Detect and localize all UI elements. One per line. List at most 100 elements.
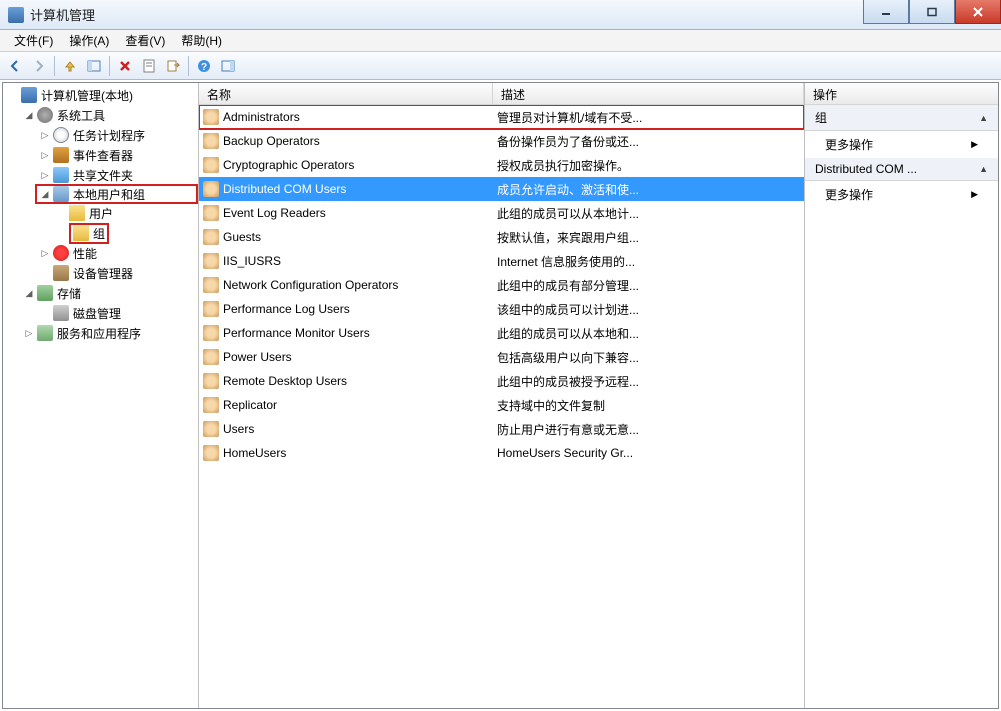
list-row[interactable]: Distributed COM Users成员允许启动、激活和使... (199, 177, 804, 201)
list-row[interactable]: Cryptographic Operators授权成员执行加密操作。 (199, 153, 804, 177)
maximize-button[interactable] (909, 0, 955, 24)
action-item-label: 更多操作 (825, 136, 873, 153)
collapse-icon[interactable]: ◢ (39, 188, 51, 200)
action-panel: 操作 组 ▲ 更多操作 ▶ Distributed COM ... ▲ 更多操作… (805, 83, 998, 708)
group-icon (203, 277, 219, 293)
list-row[interactable]: Network Configuration Operators此组中的成员有部分… (199, 273, 804, 297)
group-name: Power Users (223, 350, 497, 364)
tree-label: 任务计划程序 (73, 127, 145, 144)
group-desc: 成员允许启动、激活和使... (497, 181, 800, 198)
help-button[interactable]: ? (193, 55, 215, 77)
list-row[interactable]: Administrators管理员对计算机/域有不受... (199, 105, 804, 129)
tree: 计算机管理(本地) ◢ 系统工具 ▷ 任务计划程序 ▷ (3, 83, 198, 345)
group-icon (203, 181, 219, 197)
tree-groups[interactable]: 组 (51, 223, 198, 243)
column-name[interactable]: 名称 (199, 83, 493, 104)
title-bar: 计算机管理 (0, 0, 1001, 30)
share-icon (53, 167, 69, 183)
tree-label: 共享文件夹 (73, 167, 133, 184)
list-row[interactable]: Power Users包括高级用户以向下兼容... (199, 345, 804, 369)
action-more-groups[interactable]: 更多操作 ▶ (805, 131, 998, 158)
list-row[interactable]: Performance Monitor Users此组的成员可以从本地和... (199, 321, 804, 345)
toolbar-separator (188, 56, 189, 76)
tree-shared-folders[interactable]: ▷ 共享文件夹 (35, 165, 198, 185)
tree-spacer (39, 267, 51, 279)
action-more-selected[interactable]: 更多操作 ▶ (805, 181, 998, 208)
expand-icon[interactable]: ▷ (39, 149, 51, 161)
list-row[interactable]: Backup Operators备份操作员为了备份或还... (199, 129, 804, 153)
menu-view[interactable]: 查看(V) (117, 30, 173, 51)
tree-disk-management[interactable]: 磁盘管理 (35, 303, 198, 323)
toolbar-separator (109, 56, 110, 76)
expand-icon[interactable]: ▷ (23, 327, 35, 339)
list-row[interactable]: Event Log Readers此组的成员可以从本地计... (199, 201, 804, 225)
tree-system-tools[interactable]: ◢ 系统工具 (19, 105, 198, 125)
action-section-label: Distributed COM ... (815, 162, 917, 176)
tree-task-scheduler[interactable]: ▷ 任务计划程序 (35, 125, 198, 145)
clock-icon (53, 127, 69, 143)
show-hide-tree-button[interactable] (83, 55, 105, 77)
delete-button[interactable] (114, 55, 136, 77)
group-desc: 授权成员执行加密操作。 (497, 157, 800, 174)
group-icon (203, 445, 219, 461)
group-name: Backup Operators (223, 134, 497, 148)
list-row[interactable]: IIS_IUSRSInternet 信息服务使用的... (199, 249, 804, 273)
collapse-icon[interactable]: ◢ (23, 109, 35, 121)
list-row[interactable]: HomeUsersHomeUsers Security Gr... (199, 441, 804, 465)
group-desc: 该组中的成员可以计划进... (497, 301, 800, 318)
tree-root[interactable]: 计算机管理(本地) (3, 85, 198, 105)
tree-device-manager[interactable]: 设备管理器 (35, 263, 198, 283)
list-row[interactable]: Replicator支持域中的文件复制 (199, 393, 804, 417)
service-icon (37, 325, 53, 341)
group-icon (203, 373, 219, 389)
menu-action[interactable]: 操作(A) (61, 30, 117, 51)
forward-button[interactable] (28, 55, 50, 77)
menu-help[interactable]: 帮助(H) (173, 30, 230, 51)
tree-services-apps[interactable]: ▷ 服务和应用程序 (19, 323, 198, 343)
list-row[interactable]: Performance Log Users该组中的成员可以计划进... (199, 297, 804, 321)
action-item-label: 更多操作 (825, 186, 873, 203)
tree-storage[interactable]: ◢ 存储 (19, 283, 198, 303)
action-section-selected[interactable]: Distributed COM ... ▲ (805, 158, 998, 181)
collapse-arrow-icon: ▲ (979, 164, 988, 174)
action-section-groups[interactable]: 组 ▲ (805, 105, 998, 131)
group-desc: 管理员对计算机/域有不受... (497, 109, 800, 126)
list-row[interactable]: Guests按默认值，来宾跟用户组... (199, 225, 804, 249)
expand-icon[interactable]: ▷ (39, 129, 51, 141)
group-icon (203, 325, 219, 341)
tree-local-users-groups[interactable]: ◢ 本地用户和组 (35, 184, 198, 204)
menu-file[interactable]: 文件(F) (6, 30, 61, 51)
up-button[interactable] (59, 55, 81, 77)
gear-icon (37, 107, 53, 123)
group-name: Performance Monitor Users (223, 326, 497, 340)
group-name: HomeUsers (223, 446, 497, 460)
event-icon (53, 147, 69, 163)
back-button[interactable] (4, 55, 26, 77)
tree-spacer (55, 227, 67, 239)
tree-performance[interactable]: ▷ 性能 (35, 243, 198, 263)
group-desc: 备份操作员为了备份或还... (497, 133, 800, 150)
close-button[interactable] (955, 0, 1001, 24)
tree-label: 用户 (89, 205, 113, 222)
export-button[interactable] (162, 55, 184, 77)
tree-label: 设备管理器 (73, 265, 133, 282)
list-row[interactable]: Users防止用户进行有意或无意... (199, 417, 804, 441)
tree-label: 本地用户和组 (73, 186, 145, 203)
storage-icon (37, 285, 53, 301)
list-row[interactable]: Remote Desktop Users此组中的成员被授予远程... (199, 369, 804, 393)
computer-icon (21, 87, 37, 103)
collapse-icon[interactable]: ◢ (23, 287, 35, 299)
action-pane-button[interactable] (217, 55, 239, 77)
tree-event-viewer[interactable]: ▷ 事件查看器 (35, 145, 198, 165)
window-title: 计算机管理 (30, 5, 95, 24)
tree-users[interactable]: 用户 (51, 203, 198, 223)
expand-icon[interactable]: ▷ (39, 169, 51, 181)
expand-icon[interactable]: ▷ (39, 247, 51, 259)
minimize-button[interactable] (863, 0, 909, 24)
performance-icon (53, 245, 69, 261)
group-icon (203, 229, 219, 245)
column-desc[interactable]: 描述 (493, 83, 804, 104)
group-name: Distributed COM Users (223, 182, 497, 196)
tree-spacer (39, 307, 51, 319)
properties-button[interactable] (138, 55, 160, 77)
